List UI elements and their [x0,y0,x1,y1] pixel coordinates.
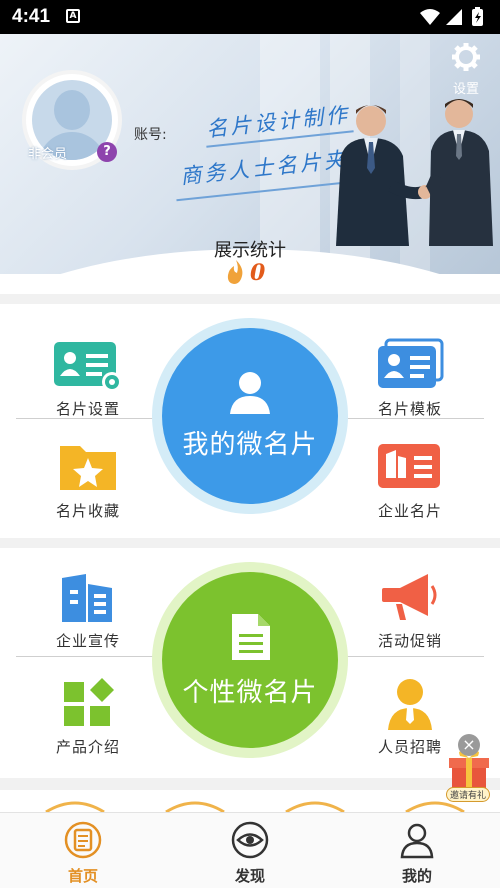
custom-micro-card-button[interactable]: 个性微名片 [162,572,338,748]
tab-discover[interactable]: 发现 [200,821,300,886]
star-folder-icon [60,446,116,490]
company-card-tile[interactable]: 企业名片 [355,440,465,521]
notification-icon: A [66,9,80,23]
megaphone-icon [382,574,437,620]
card-templates-tile[interactable]: 名片模板 [355,338,465,419]
card-favorites-tile[interactable]: 名片收藏 [33,440,143,521]
status-bar: 4:41 A [0,0,500,34]
recruiter-icon [388,679,432,730]
gift-close-button[interactable]: × [458,734,480,756]
custom-micro-card-label: 个性微名片 [182,678,318,708]
card-favorites-label: 名片收藏 [55,502,120,520]
product-grid-icon [64,678,114,726]
flame-icon [227,260,243,284]
card-settings-tile[interactable]: 名片设置 [33,338,143,419]
wifi-signal-battery-icon [420,7,483,26]
card-settings-label: 名片设置 [55,400,120,418]
tab-home-label: 首页 [67,867,98,885]
stats-value: 0 [250,260,266,286]
business-people-image [336,99,493,246]
home-icon [64,821,102,859]
status-time: 4:41 [12,6,51,27]
office-building-icon [62,574,112,622]
document-icon [232,614,270,660]
card-templates-label: 名片模板 [377,400,442,418]
settings-button[interactable]: 设置 [446,42,486,97]
invite-gift-label[interactable]: 邀请有礼 [446,787,491,802]
building-card-icon [378,444,440,488]
tab-discover-label: 发现 [234,867,265,885]
product-intro-tile[interactable]: 产品介绍 [33,676,143,757]
gear-icon [452,43,480,71]
member-status-label: 非会员 [28,147,68,162]
product-intro-label: 产品介绍 [55,738,120,756]
stats-title: 展示统计 [214,240,286,261]
company-promo-tile[interactable]: 企业宣传 [33,570,143,651]
my-micro-card-button[interactable]: 我的微名片 [162,328,338,504]
event-promo-tile[interactable]: 活动促销 [355,570,465,651]
bottom-tab-bar: 首页 发现 我的 [0,812,500,888]
company-promo-label: 企业宣传 [55,632,120,650]
user-outline-icon [400,823,434,859]
status-icons [418,7,490,31]
tab-mine-label: 我的 [401,867,432,885]
id-card-gear-icon [54,342,122,392]
card-template-icon [378,338,444,388]
event-promo-label: 活动促销 [377,632,442,650]
member-help-badge[interactable]: ? [97,142,117,162]
settings-label: 设置 [452,82,479,97]
account-label: 账号: [134,127,167,143]
tab-mine[interactable]: 我的 [367,821,467,886]
my-micro-card-label: 我的微名片 [182,430,318,460]
eye-icon [231,821,269,859]
tab-home[interactable]: 首页 [33,821,133,886]
company-card-label: 企业名片 [377,502,442,520]
user-icon [230,372,270,414]
